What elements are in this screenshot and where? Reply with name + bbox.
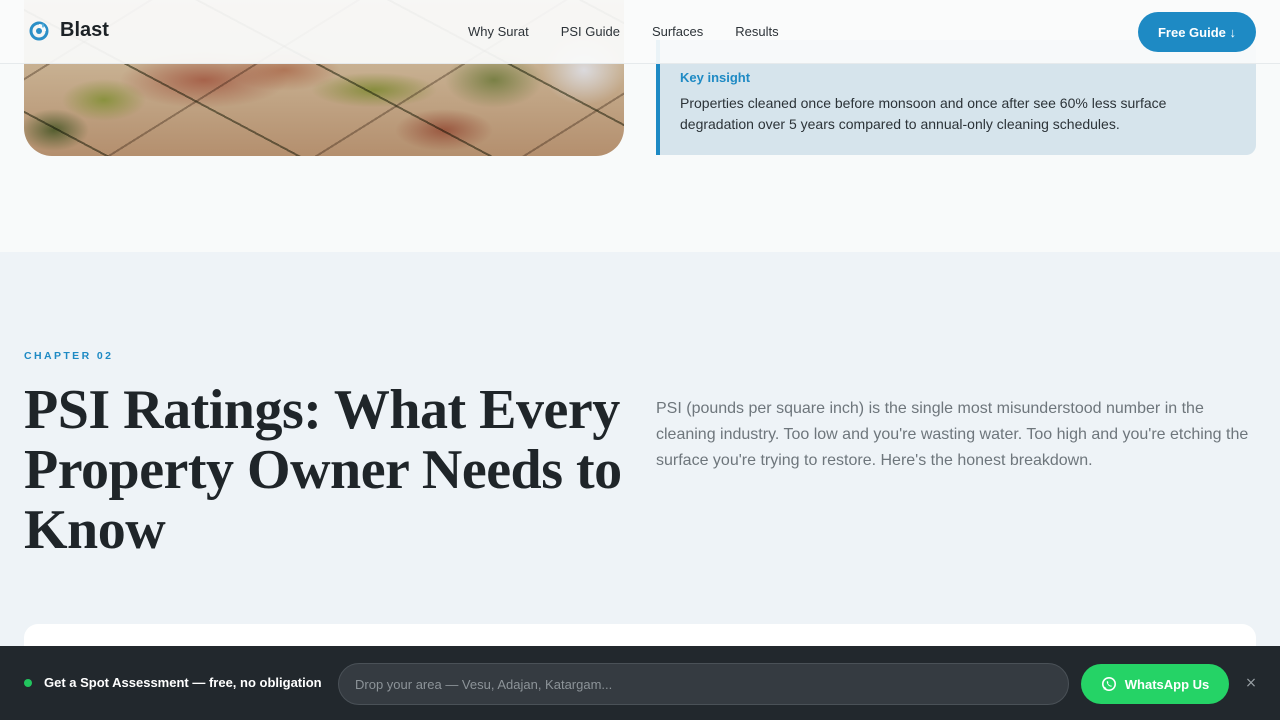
whatsapp-button[interactable]: WhatsApp Us xyxy=(1081,664,1229,704)
whatsapp-label: WhatsApp Us xyxy=(1124,676,1210,692)
nav-link-results[interactable]: Results xyxy=(735,24,778,39)
chapter-label: CHAPTER 02 xyxy=(24,350,114,362)
nav-link-psi-guide[interactable]: PSI Guide xyxy=(561,24,620,39)
brand-name: Blast xyxy=(60,19,109,41)
top-navbar: Blast Why Surat PSI Guide Surfaces Resul… xyxy=(0,0,1280,64)
brand-home-link[interactable]: Blast xyxy=(28,19,109,42)
online-status-dot xyxy=(24,679,32,687)
free-guide-button[interactable]: Free Guide ↓ xyxy=(1138,12,1256,52)
nav-link-surfaces[interactable]: Surfaces xyxy=(652,24,703,39)
assessment-text: Get a Spot Assessment — free, no obligat… xyxy=(44,675,322,690)
insight-text: Properties cleaned once before monsoon a… xyxy=(680,95,1167,132)
close-bar-button[interactable]: × xyxy=(1242,674,1260,692)
insight-title: Key insight xyxy=(680,70,751,85)
assessment-bar: Get a Spot Assessment — free, no obligat… xyxy=(0,646,1280,720)
water-drop-logo-icon xyxy=(28,20,50,42)
chapter-heading: PSI Ratings: What Every Property Owner N… xyxy=(24,379,622,561)
nav-links: Why Surat PSI Guide Surfaces Results xyxy=(468,24,811,39)
area-input[interactable] xyxy=(338,663,1069,705)
nav-link-why-surat[interactable]: Why Surat xyxy=(468,24,529,39)
whatsapp-icon xyxy=(1101,676,1117,692)
chapter-intro: PSI (pounds per square inch) is the sing… xyxy=(656,400,1249,469)
